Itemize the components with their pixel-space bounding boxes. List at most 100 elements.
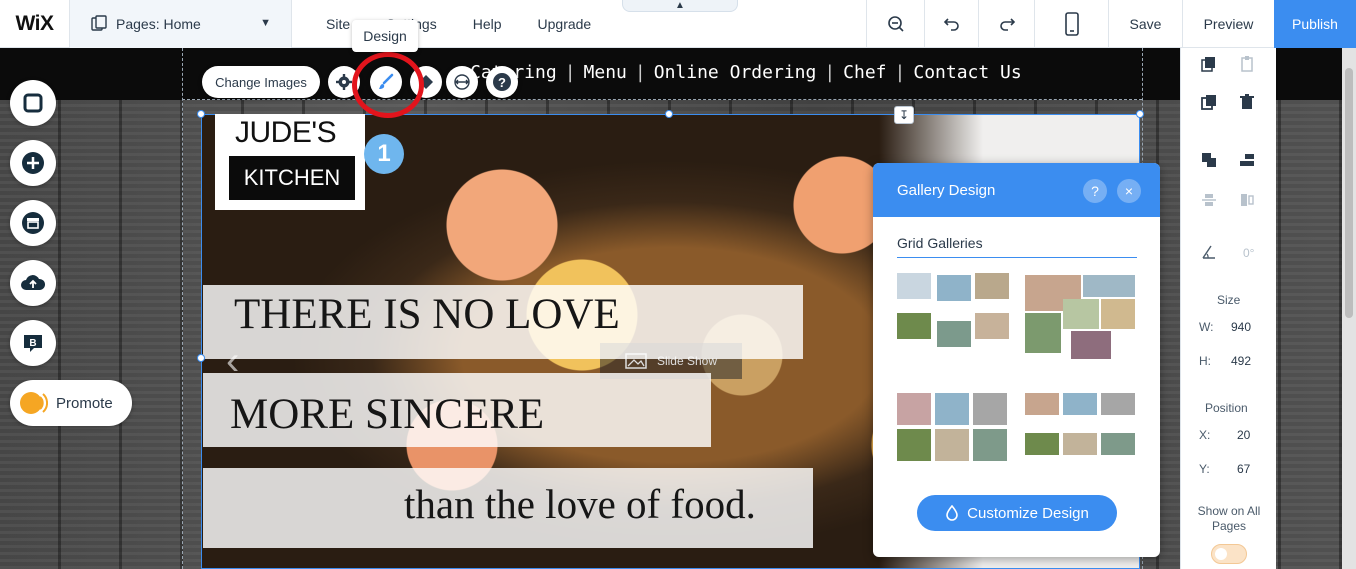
wix-logo[interactable]: WiX — [0, 0, 70, 48]
scrollbar-thumb[interactable] — [1345, 68, 1353, 318]
preset-thumb — [975, 313, 1009, 339]
svg-text:?: ? — [498, 75, 506, 90]
download-icon[interactable]: ↧ — [894, 106, 914, 124]
resize-handle-top-left[interactable] — [197, 110, 205, 118]
headline-line-3[interactable]: than the love of food. — [404, 480, 756, 528]
preset-thumb — [1025, 433, 1059, 455]
nav-item-online-ordering[interactable]: Online Ordering — [654, 62, 817, 83]
pages-dropdown[interactable]: Pages: Home ▼ — [70, 0, 292, 48]
duplicate-icon[interactable] — [1201, 94, 1217, 110]
chevron-down-icon: ▼ — [260, 16, 271, 29]
mobile-icon — [1064, 12, 1079, 36]
preset-thumb — [897, 429, 931, 461]
nav-item-chef[interactable]: Chef — [843, 62, 886, 83]
distribute-icon[interactable] — [1201, 192, 1217, 208]
preset-thumb — [897, 273, 931, 299]
copy-icon[interactable] — [1201, 56, 1217, 72]
nav-item-menu[interactable]: Menu — [584, 62, 627, 83]
nav-separator: | — [824, 62, 836, 83]
x-label: X: — [1199, 428, 1211, 442]
gallery-preset-4[interactable] — [1025, 393, 1137, 483]
promote-label: Promote — [56, 394, 113, 412]
preset-thumb — [1101, 433, 1135, 455]
gallery-preset-1[interactable] — [897, 273, 1011, 359]
plus-icon — [22, 152, 44, 174]
preset-thumb — [1025, 393, 1059, 415]
menu-help[interactable]: Help — [473, 16, 502, 32]
promote-button[interactable]: Promote — [10, 380, 132, 426]
panel-close-button[interactable]: × — [1117, 179, 1141, 203]
preset-thumb — [1083, 275, 1135, 297]
rotation-value[interactable]: 0° — [1243, 246, 1254, 260]
header-guide — [182, 99, 1142, 100]
menu-site[interactable]: Site — [326, 16, 350, 32]
resize-handle-left[interactable] — [197, 354, 205, 362]
page-guide-left — [182, 48, 183, 569]
resize-handle-top[interactable] — [665, 110, 673, 118]
preset-thumb — [973, 393, 1007, 425]
upload-button[interactable] — [10, 260, 56, 306]
paste-icon[interactable] — [1239, 56, 1255, 72]
headline-line-2[interactable]: MORE SINCERE — [230, 390, 544, 439]
store-icon — [22, 212, 44, 234]
nav-item-contact-us[interactable]: Contact Us — [913, 62, 1021, 83]
rotate-icon[interactable] — [1201, 244, 1217, 260]
preset-thumb — [935, 393, 969, 425]
preset-thumb — [1071, 331, 1111, 359]
right-toolbar: 0° Size W: 940 H: 492 Position X: 20 Y: … — [1180, 48, 1276, 569]
cloud-upload-icon — [21, 275, 46, 290]
headline-line-1[interactable]: THERE IS NO LOVE — [234, 290, 620, 339]
change-images-button[interactable]: Change Images — [202, 66, 320, 98]
editor-top-bar: WiX Pages: Home ▼ Site Settings Help Upg… — [0, 0, 1356, 48]
show-on-all-pages-label: Show on All Pages — [1197, 504, 1261, 533]
nav-separator: | — [564, 62, 576, 83]
show-on-all-pages-toggle[interactable] — [1211, 544, 1247, 564]
width-input[interactable]: 940 — [1231, 320, 1251, 334]
blog-icon: B — [24, 335, 42, 352]
gallery-preset-3[interactable] — [897, 393, 1011, 483]
preset-thumb — [935, 429, 969, 461]
trash-icon[interactable] — [1239, 94, 1255, 110]
arrange-icon[interactable] — [1201, 152, 1217, 168]
logo-text-bottom: KITCHEN — [229, 156, 355, 200]
nav-separator: | — [634, 62, 646, 83]
y-input[interactable]: 67 — [1237, 462, 1250, 476]
preset-thumb — [937, 275, 971, 301]
redo-icon — [999, 18, 1015, 31]
gear-icon — [336, 74, 352, 90]
match-size-icon[interactable] — [1239, 192, 1255, 208]
mobile-view-button[interactable] — [1034, 0, 1108, 48]
stage-scrollbar[interactable] — [1342, 48, 1356, 569]
collapse-topbar-tab[interactable]: ▲ — [622, 0, 738, 12]
gallery-design-panel: Gallery Design ? × Grid Galleries Custom… — [873, 163, 1160, 557]
preview-button[interactable]: Preview — [1182, 0, 1274, 48]
megaphone-icon — [20, 392, 48, 414]
app-market-button[interactable] — [10, 200, 56, 246]
site-logo[interactable]: JUDE'S KITCHEN — [215, 114, 365, 210]
x-input[interactable]: 20 — [1237, 428, 1250, 442]
site-navigation: Catering|Menu|Online Ordering|Chef|Conta… — [470, 62, 1022, 83]
customize-design-button[interactable]: Customize Design — [917, 495, 1117, 531]
preset-thumb — [973, 429, 1007, 461]
height-label: H: — [1199, 354, 1211, 368]
pages-icon — [91, 14, 107, 31]
background-button[interactable] — [10, 80, 56, 126]
zoom-out-button[interactable] — [866, 0, 924, 48]
highlight-circle — [352, 52, 424, 118]
height-input[interactable]: 492 — [1231, 354, 1251, 368]
resize-handle-top-right[interactable] — [1136, 110, 1144, 118]
redo-button[interactable] — [978, 0, 1034, 48]
save-button[interactable]: Save — [1108, 0, 1182, 48]
stretch-button[interactable] — [446, 66, 478, 98]
undo-button[interactable] — [924, 0, 978, 48]
help-button[interactable]: ? — [486, 66, 518, 98]
panel-help-button[interactable]: ? — [1083, 179, 1107, 203]
add-button[interactable] — [10, 140, 56, 186]
position-label: Position — [1205, 401, 1248, 415]
gallery-preset-2[interactable] — [1025, 275, 1137, 359]
publish-button[interactable]: Publish — [1274, 0, 1356, 48]
blog-button[interactable]: B — [10, 320, 56, 366]
menu-upgrade[interactable]: Upgrade — [538, 16, 592, 32]
size-label: Size — [1217, 293, 1241, 307]
align-icon[interactable] — [1239, 152, 1255, 168]
